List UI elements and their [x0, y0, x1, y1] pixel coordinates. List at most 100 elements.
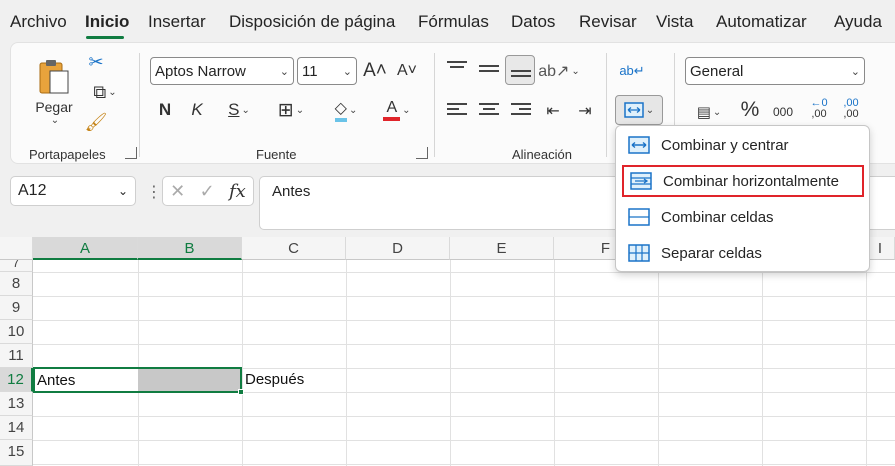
decrease-decimal-button[interactable]: ,00,00: [837, 93, 865, 125]
tab-datos[interactable]: Datos: [511, 12, 555, 32]
orientation-icon: ab↗: [538, 63, 570, 80]
row-header-10[interactable]: 10: [0, 320, 33, 344]
underline-icon: S: [228, 100, 240, 119]
cancel-icon[interactable]: ✕: [170, 181, 185, 202]
format-painter-button[interactable]: 🖌: [85, 111, 108, 133]
align-middle-button[interactable]: [479, 65, 499, 81]
group-separator: [139, 53, 140, 157]
tab-insertar[interactable]: Insertar: [148, 12, 206, 32]
name-box[interactable]: A12 ⌄: [10, 176, 136, 206]
font-color-button[interactable]: A ⌄: [375, 97, 419, 123]
decrease-font-button[interactable]: A˅: [395, 59, 419, 83]
row-header-9[interactable]: 9: [0, 296, 33, 320]
gridline: [33, 440, 895, 441]
gridline: [33, 320, 895, 321]
percent-button[interactable]: %: [737, 97, 763, 123]
row-header-14[interactable]: 14: [0, 416, 33, 440]
menu-item-merge-center[interactable]: Combinar y centrar: [622, 129, 864, 161]
menu-bar: Archivo Inicio Insertar Disposición de p…: [0, 0, 895, 44]
fill-color-button[interactable]: ◇ ⌄: [323, 97, 369, 123]
merge-cells-icon: [628, 208, 650, 226]
menu-item-label: Combinar horizontalmente: [663, 172, 839, 190]
insert-function-icon[interactable]: fx: [229, 181, 246, 202]
font-size-value: 11: [302, 62, 318, 80]
increase-decimal-label: ,00: [811, 108, 827, 120]
menu-item-merge-cells[interactable]: Combinar celdas: [622, 201, 864, 233]
increase-font-icon: A˄: [363, 60, 387, 81]
cell-a12[interactable]: Antes: [37, 372, 75, 389]
bold-button[interactable]: N: [155, 97, 175, 123]
increase-indent-button[interactable]: ⇥: [573, 99, 597, 123]
column-header-d[interactable]: D: [346, 237, 450, 260]
align-top-button[interactable]: [447, 61, 467, 77]
borders-button[interactable]: ⊞ ⌄: [269, 97, 313, 123]
gridline: [554, 260, 555, 466]
chevron-down-icon: ⌄: [850, 65, 860, 78]
row-header-13[interactable]: 13: [0, 392, 33, 416]
select-all-corner[interactable]: [0, 237, 33, 260]
number-format-select[interactable]: General ⌄: [685, 57, 865, 85]
decrease-indent-button[interactable]: ⇤: [541, 99, 565, 123]
tab-vista[interactable]: Vista: [656, 12, 694, 32]
align-left-button[interactable]: [447, 103, 467, 119]
gridline: [138, 260, 139, 466]
row-header-8[interactable]: 8: [0, 272, 33, 296]
tab-disposicion[interactable]: Disposición de página: [229, 12, 395, 32]
underline-button[interactable]: S ⌄: [219, 97, 259, 123]
increase-decimal-button[interactable]: ←0,00: [805, 93, 833, 125]
align-bottom-button[interactable]: [505, 55, 535, 85]
decrease-decimal-label: ,00: [843, 108, 859, 120]
font-launcher-icon[interactable]: [416, 147, 428, 159]
active-tab-indicator: [86, 36, 124, 39]
cut-button[interactable]: ✂: [85, 51, 107, 73]
merge-across-icon: [630, 172, 652, 190]
tab-ayuda[interactable]: Ayuda: [834, 12, 882, 32]
fill-handle[interactable]: [238, 389, 244, 395]
menu-item-label: Combinar y centrar: [661, 136, 789, 154]
align-center-button[interactable]: [479, 103, 499, 119]
tab-inicio[interactable]: Inicio: [85, 12, 129, 32]
paste-button[interactable]: Pegar ⌄: [29, 51, 79, 131]
menu-item-merge-across[interactable]: Combinar horizontalmente: [622, 165, 864, 197]
orientation-button[interactable]: ab↗ ⌄: [538, 59, 580, 83]
row-header-11[interactable]: 11: [0, 344, 33, 368]
percent-icon: %: [740, 98, 760, 121]
copy-button[interactable]: ⧉ ⌄: [83, 81, 127, 103]
tab-archivo[interactable]: Archivo: [10, 12, 67, 32]
clipboard-launcher-icon[interactable]: [125, 147, 137, 159]
chevron-down-icon: ⌄: [342, 65, 352, 78]
wrap-text-button[interactable]: ab↵: [619, 57, 645, 85]
row-header-7[interactable]: 7: [0, 260, 33, 272]
font-family-select[interactable]: Aptos Narrow ⌄: [150, 57, 294, 85]
menu-item-unmerge-cells[interactable]: Separar celdas: [622, 237, 864, 269]
thousands-button[interactable]: 000: [769, 99, 797, 125]
check-icon[interactable]: ✓: [200, 181, 215, 202]
merge-center-icon: [624, 102, 644, 118]
align-right-button[interactable]: [511, 103, 531, 119]
decrease-indent-icon: ⇤: [546, 103, 560, 120]
column-header-b[interactable]: B: [138, 237, 242, 260]
group-separator: [434, 53, 435, 157]
column-header-c[interactable]: C: [242, 237, 346, 260]
font-family-value: Aptos Narrow: [155, 62, 246, 80]
tab-formulas[interactable]: Fórmulas: [418, 12, 489, 32]
chevron-down-icon: ⌄: [348, 104, 358, 116]
tab-automatizar[interactable]: Automatizar: [716, 12, 807, 32]
font-size-select[interactable]: 11 ⌄: [297, 57, 357, 85]
italic-button[interactable]: K: [187, 97, 207, 123]
cell-c12[interactable]: Después: [245, 371, 304, 388]
paste-label: Pegar: [35, 98, 73, 115]
column-header-i[interactable]: I: [866, 237, 895, 260]
menu-item-label: Combinar celdas: [661, 208, 774, 226]
more-options-icon[interactable]: ⋮: [146, 182, 162, 202]
group-separator: [606, 53, 607, 157]
column-header-e[interactable]: E: [450, 237, 554, 260]
merge-button[interactable]: ⌄: [615, 95, 663, 125]
increase-font-button[interactable]: A˄: [363, 59, 387, 83]
row-header-15[interactable]: 15: [0, 440, 33, 466]
tab-revisar[interactable]: Revisar: [579, 12, 637, 32]
row-header-12[interactable]: 12: [0, 368, 33, 392]
column-header-a[interactable]: A: [33, 237, 138, 260]
gridline: [866, 260, 867, 466]
accounting-format-button[interactable]: ▤ ⌄: [687, 99, 731, 125]
